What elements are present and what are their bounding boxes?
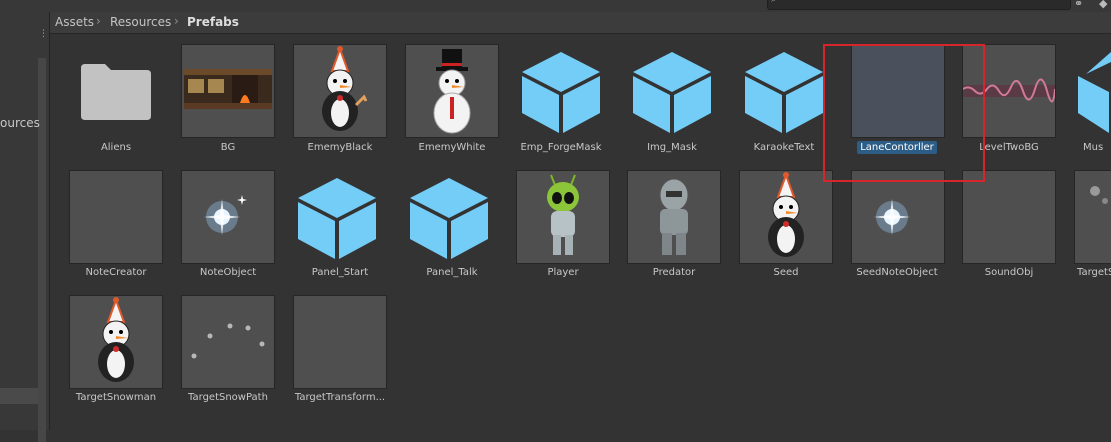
breadcrumb: Assets › Resources › Prefabs (50, 12, 1111, 34)
prefab-cube-icon (1078, 52, 1111, 133)
breadcrumb-assets[interactable]: Assets (55, 15, 94, 29)
filter-by-type-icon[interactable]: ⚭ (1074, 0, 1083, 10)
asset-label: Emp_ForgeMask (520, 142, 602, 153)
dots-thumbnail (1074, 170, 1111, 264)
prefab-cube-icon (633, 52, 711, 133)
sparkle-thumbnail (851, 170, 945, 264)
asset-label: NoteObject (199, 267, 257, 278)
search-input[interactable]: ⌕ (767, 0, 1071, 10)
asset-label: Panel_Start (311, 267, 369, 278)
folder-tree-panel: ⋮ ources (0, 12, 50, 442)
asset-label: TargetSnowman (75, 392, 157, 403)
empty-prefab-thumbnail (293, 295, 387, 389)
prefab-cube-icon (410, 178, 488, 259)
asset-label: TargetSnowPath (188, 392, 268, 403)
asset-label: Mus (1083, 142, 1104, 153)
folder-icon (81, 64, 151, 120)
asset-label: NoteCreator (85, 267, 147, 278)
dots-thumbnail (181, 295, 275, 389)
asset-label: EmemyWhite (418, 142, 486, 153)
asset-label: BG (220, 142, 236, 153)
prefab-cube-icon (298, 178, 376, 259)
asset-label: SeedNoteObject (856, 267, 938, 278)
alien-thumbnail (516, 170, 610, 264)
chevron-right-icon: › (174, 14, 179, 28)
asset-label: SoundObj (984, 267, 1034, 278)
chevron-right-icon: › (96, 14, 101, 28)
empty-prefab-thumbnail (962, 170, 1056, 264)
snowman-tophat-thumbnail (405, 44, 499, 138)
asset-label: TargetS (1077, 267, 1111, 278)
asset-label: Player (547, 267, 579, 278)
folder-tree-item-selected[interactable] (0, 388, 38, 404)
snowman-thumbnail (293, 44, 387, 138)
folder-tree-item-resources[interactable]: ources (0, 116, 40, 130)
snowman-thumbnail (739, 170, 833, 264)
panel-menu-icon[interactable]: ⋮ (39, 29, 48, 39)
snowman-thumbnail (69, 295, 163, 389)
asset-label: EmemyBlack (307, 142, 373, 153)
prefab-cube-icon (745, 52, 823, 133)
background-thumbnail (181, 44, 275, 138)
search-icon: ⌕ (771, 0, 777, 5)
asset-label: Aliens (100, 142, 132, 153)
asset-label: Panel_Talk (426, 267, 478, 278)
breadcrumb-prefabs[interactable]: Prefabs (187, 15, 239, 29)
asset-label: TargetTransform... (294, 392, 386, 403)
prefab-cube-icon (522, 52, 600, 133)
asset-label: Img_Mask (647, 142, 697, 153)
filter-by-label-icon[interactable]: ◆ (1099, 0, 1107, 10)
breadcrumb-resources[interactable]: Resources (110, 15, 171, 29)
asset-label: Predator (652, 267, 696, 278)
empty-prefab-thumbnail (69, 170, 163, 264)
highlight-box (823, 44, 985, 182)
sparkle-thumbnail (181, 170, 275, 264)
asset-label: Seed (773, 267, 799, 278)
predator-thumbnail (627, 170, 721, 264)
